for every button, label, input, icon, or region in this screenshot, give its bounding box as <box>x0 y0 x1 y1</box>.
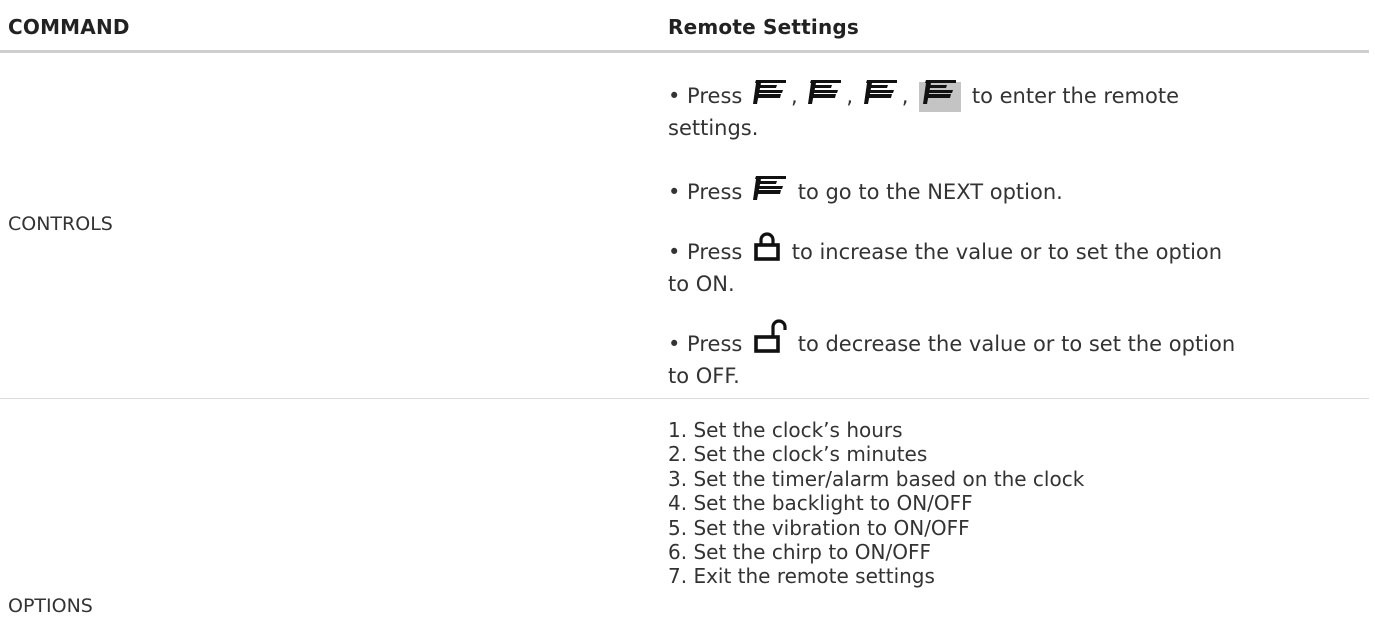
separator: , <box>901 84 909 108</box>
f-button-icon <box>864 79 898 105</box>
f-button-highlighted <box>919 79 962 112</box>
bullet-text: to ON. <box>668 272 735 296</box>
list-item: • Press to increase the value or to set … <box>668 231 1358 300</box>
bullet-text: to increase the value or to set the opti… <box>791 240 1223 264</box>
table-row: CONTROLS • Press , , , to enter the remo… <box>0 53 1369 399</box>
separator: , <box>846 84 854 108</box>
options-list: 1. Set the clock’s hours 2. Set the cloc… <box>668 418 1084 589</box>
list-item: 2. Set the clock’s minutes <box>668 442 928 467</box>
table-row: OPTIONS 1. Set the clock’s hours 2. Set … <box>0 399 1369 640</box>
bullet-text: • Press <box>668 240 743 264</box>
table-header-row: COMMAND Remote Settings <box>0 0 1369 53</box>
bullet-text: to go to the NEXT option. <box>797 180 1063 204</box>
list-item: • Press to decrease the value or to set … <box>668 319 1358 392</box>
bullet-text: • Press <box>668 84 743 108</box>
list-item: 4. Set the backlight to ON/OFF <box>668 491 973 516</box>
bullet-text: to OFF. <box>668 364 740 388</box>
bullet-text: to decrease the value or to set the opti… <box>797 332 1236 356</box>
list-item: 1. Set the clock’s hours <box>668 418 903 442</box>
separator: , <box>791 84 798 108</box>
list-item: • Press to go to the NEXT option. <box>668 175 1358 208</box>
controls-label: CONTROLS <box>8 213 113 235</box>
bullet-text: to enter the remote <box>971 84 1179 108</box>
f-button-icon <box>923 79 957 105</box>
f-button-icon <box>753 79 787 105</box>
bullet-text: settings. <box>668 116 759 140</box>
bullet-text: • Press <box>668 332 743 356</box>
options-label: OPTIONS <box>8 595 93 617</box>
header-remote-settings: Remote Settings <box>668 15 860 39</box>
f-button-icon <box>808 79 842 105</box>
header-command: COMMAND <box>8 15 130 39</box>
lock-open-icon <box>754 319 787 353</box>
bullet-text: • Press <box>668 180 743 204</box>
f-button-icon <box>753 175 787 201</box>
lock-closed-icon <box>754 232 780 261</box>
settings-table: COMMAND Remote Settings CONTROLS • Press… <box>0 0 1375 640</box>
list-item: 6. Set the chirp to ON/OFF <box>668 540 931 565</box>
list-item: 7. Exit the remote settings <box>668 564 935 589</box>
list-item: • Press , , , to enter the remote settin… <box>668 79 1358 144</box>
list-item: 5. Set the vibration to ON/OFF <box>668 515 970 540</box>
list-item: 3. Set the timer/alarm based on the cloc… <box>668 466 1085 491</box>
